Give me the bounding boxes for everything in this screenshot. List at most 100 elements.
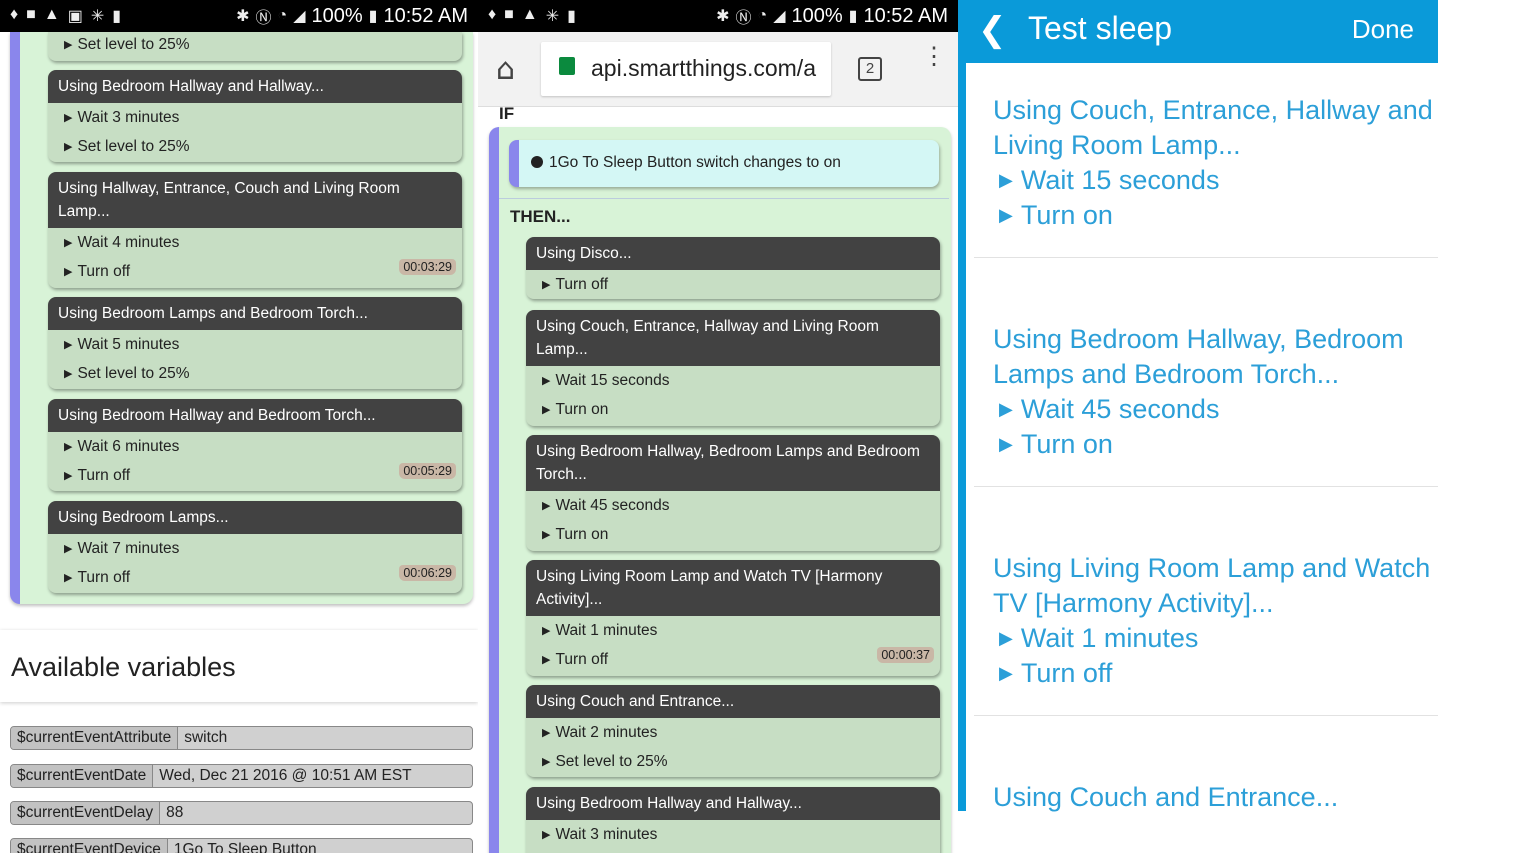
item-step: ▶ Wait 45 seconds [999,394,1220,424]
action-block[interactable]: Using Bedroom Hallway and Hallway... ▶ Wa… [526,787,940,853]
action-block[interactable]: Using Living Room Lamp and Watch TV [Har… [526,560,940,676]
menu-icon[interactable]: ⋮ [922,45,946,69]
action-line: ▶ Wait 4 minutes [64,234,180,251]
if-label: IF [499,104,515,123]
variables-card-header: Available variables [0,630,478,702]
home-icon[interactable]: ⌂ [496,52,515,87]
block-header: Using Bedroom Hallway and Bedroom Torch.… [48,399,462,432]
action-line: ▶ Wait 15 seconds [542,372,670,389]
back-icon[interactable]: ❮ [978,10,1007,50]
block-header: Using Bedroom Hallway and Hallway... [48,70,462,103]
id-icon: ▮ [567,8,576,25]
action-line: ▶ Set level to 25% [64,365,190,382]
action-line: ▶ Wait 3 minutes [64,109,180,126]
action-line: ▶ Wait 7 minutes [64,540,180,557]
item-step: ▶ Turn on [999,200,1113,230]
sync-icon: ✳ [545,8,560,25]
action-line: ▶ Wait 3 minutes [542,826,658,843]
bullet-icon [531,156,543,168]
url-bar[interactable]: api.smartthings.com/a [541,42,831,96]
browser-toolbar: ⌂ api.smartthings.com/a 2 ⋮ [478,32,958,107]
action-line: ▶ Set level to 25% [542,753,668,770]
action-block[interactable]: Using Hallway, Entrance, Couch and Livin… [48,172,462,288]
battery-icon: ▮ [848,8,858,25]
page-title: Test sleep [1028,10,1173,46]
item-title: Using Couch, Entrance, Hallway and Livin… [993,95,1433,160]
timer-badge: 00:06:29 [399,565,456,581]
bluetooth-icon: ✱ [716,8,730,25]
block-header: Using Couch and Entrance... [526,685,940,718]
action-line: ▶ Turn off 00:03:29 [48,257,462,286]
action-block[interactable]: Using Bedroom Lamps and Bedroom Torch...… [48,297,462,389]
status-bar: ♦ ■ ▲ ✳ ▮ ✱ Ⓝ ◔ ◢ 100% ▮ 10:52 AM [478,0,958,32]
action-line: ▶ Wait 6 minutes [64,438,180,455]
action-block[interactable]: Using Bedroom Hallway and Hallway... ▶ Wa… [48,70,462,162]
action-block[interactable]: Using Couch, Entrance, Hallway and Livin… [526,310,940,426]
action-block-partial[interactable]: ▶ Set level to 25% [48,32,462,61]
lock-icon [559,57,575,75]
wifi-icon: ◔ [277,7,288,24]
divider [499,198,949,199]
action-block[interactable]: Using Disco... ▶ Turn off [526,237,940,299]
then-label: THEN... [510,207,571,226]
list-item[interactable]: Using Couch and Entrance... [974,716,1438,812]
variable-row: $currentEventAttribute switch [10,726,473,750]
action-block[interactable]: Using Bedroom Lamps... ▶ Wait 7 minutes ▶… [48,501,462,593]
timer-badge: 00:03:29 [399,259,456,275]
item-step: ▶ Turn off [999,658,1113,688]
variable-row: $currentEventDevice 1Go To Sleep Button [10,838,473,853]
block-header: Using Disco... [526,237,940,270]
action-line: ▶ Wait 2 minutes [542,724,658,741]
list-item[interactable]: Using Bedroom Hallway, Bedroom Lamps and… [974,258,1438,487]
block-header: Using Bedroom Hallway, Bedroom Lamps and… [526,435,940,491]
done-button[interactable]: Done [1352,14,1414,45]
tab-count-button[interactable]: 2 [858,57,882,81]
list-item[interactable]: Using Living Room Lamp and Watch TV [Har… [974,487,1438,716]
battery-percent: 100% [311,4,363,27]
nfc-icon: Ⓝ [735,10,752,27]
item-title: Using Couch and Entrance... [993,782,1339,812]
action-line: ▶ Wait 1 minutes [542,622,658,639]
app-header: ❮ Test sleep Done [958,0,1438,63]
nfc-icon: Ⓝ [255,10,272,27]
wifi-icon: ◔ [757,7,768,24]
action-line: ▶ Set level to 25% [64,138,190,155]
sync-icon: ✳ [90,8,105,25]
url-text: api.smartthings.com/a [591,55,816,81]
action-line: ▶ Turn off 00:05:29 [48,461,462,490]
item-step: ▶ Wait 15 seconds [999,165,1220,195]
action-line: ▶ Wait 45 seconds [542,497,670,514]
action-block[interactable]: Using Couch and Entrance... ▶ Wait 2 minu… [526,685,940,777]
facebook-icon: ■ [26,6,36,23]
item-title: Using Bedroom Hallway, Bedroom Lamps and… [993,324,1404,389]
snapchat-icon: ▲ [521,6,538,23]
bluetooth-icon: ✱ [236,8,250,25]
timer-badge: 00:00:37 [877,647,934,663]
action-line: ▶ Turn off 00:06:29 [48,563,462,592]
variable-row: $currentEventDate Wed, Dec 21 2016 @ 10:5… [10,764,473,788]
action-block[interactable]: Using Bedroom Hallway, Bedroom Lamps and… [526,435,940,551]
app-icon: ♦ [10,6,19,23]
action-line: ▶ Turn on [542,526,609,543]
block-header: Using Couch, Entrance, Hallway and Livin… [526,310,940,366]
action-line: ▶ Turn off 00:00:37 [526,645,940,674]
list-item[interactable]: Using Couch, Entrance, Hallway and Livin… [974,63,1438,258]
block-header: Using Hallway, Entrance, Couch and Livin… [48,172,462,228]
variable-row: $currentEventDelay 88 [10,801,473,825]
action-line: ▶ Turn on [542,401,609,418]
timer-badge: 00:05:29 [399,463,456,479]
variables-title: Available variables [11,652,236,682]
action-list: Using Couch, Entrance, Hallway and Livin… [958,63,1438,812]
block-header: Using Bedroom Hallway and Hallway... [526,787,940,820]
app-panel: ❮ Test sleep Done Using Couch, Entrance,… [958,0,1438,853]
app-icon: ♦ [488,6,497,23]
block-header: Using Bedroom Lamps... [48,501,462,534]
clock: 10:52 AM [863,4,948,27]
left-panel: ♦ ■ ▲ ▣ ✳ ▮ ✱ Ⓝ ◔ ◢ 100% ▮ 10:52 AM ▶ Set level to 2… [0,0,478,853]
condition-block[interactable]: 1Go To Sleep Button switch changes to on [509,140,939,187]
snapchat-icon: ▲ [43,6,60,23]
browser-panel: ♦ ■ ▲ ✳ ▮ ✱ Ⓝ ◔ ◢ 100% ▮ 10:52 AM ⌂ api.smartthing… [478,0,958,853]
clock: 10:52 AM [383,4,468,27]
action-block[interactable]: Using Bedroom Hallway and Bedroom Torch.… [48,399,462,491]
signal-icon: ◢ [293,8,306,25]
